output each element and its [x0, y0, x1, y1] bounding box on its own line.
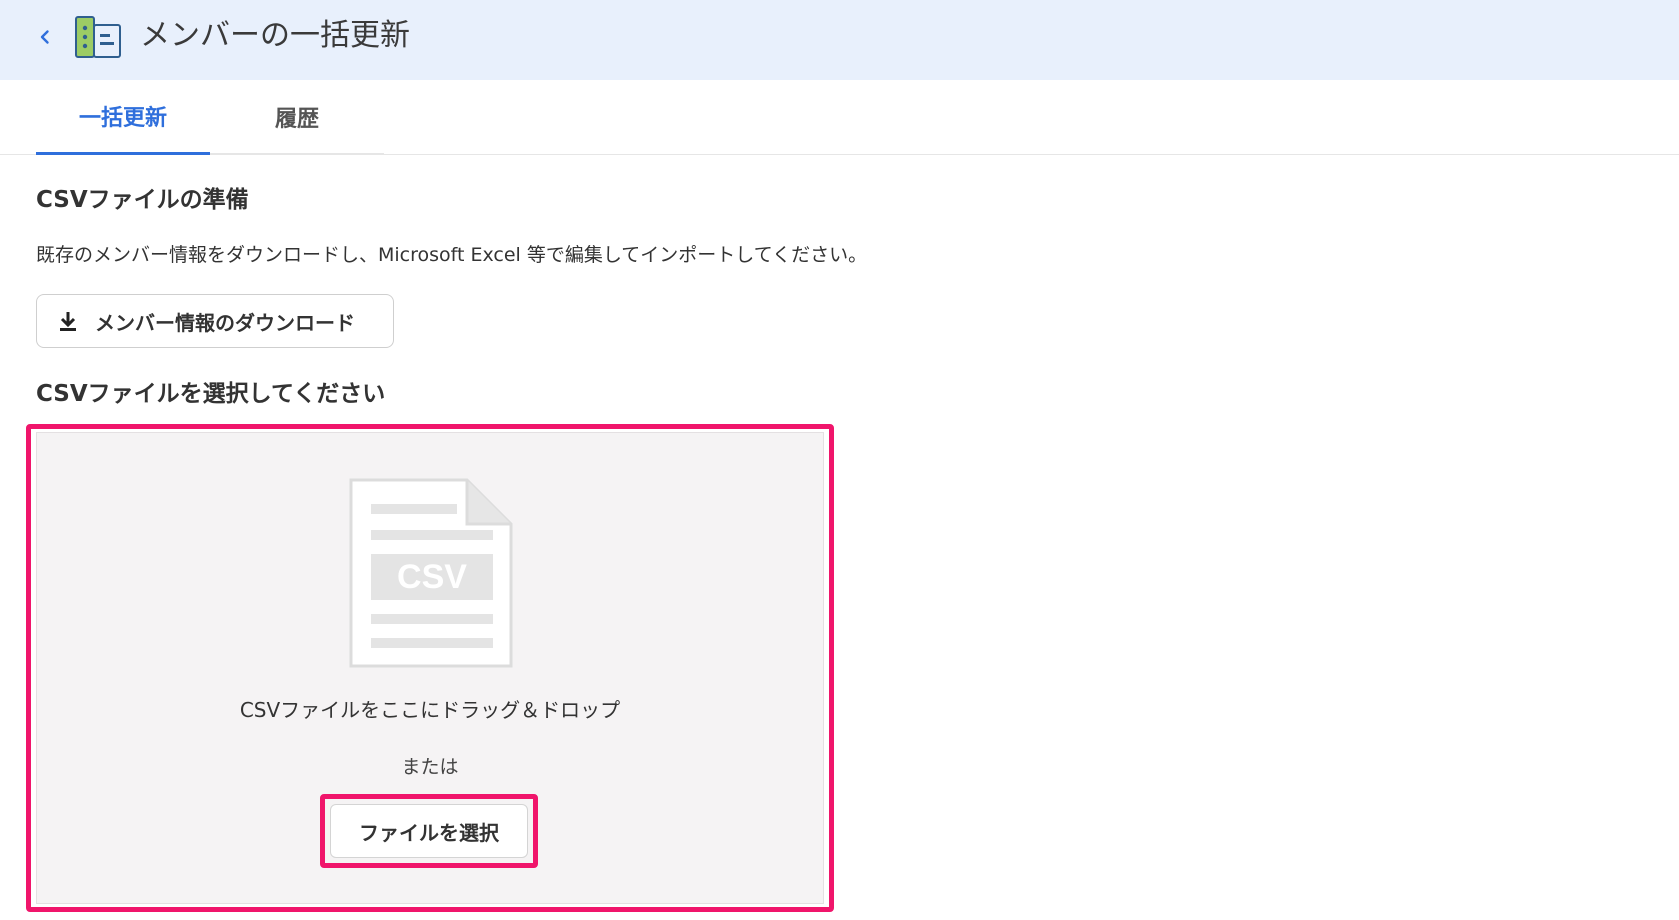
- download-icon: [55, 308, 81, 334]
- tab-history[interactable]: 履歴: [210, 80, 384, 155]
- csv-select-heading: CSVファイルを選択してください: [36, 381, 386, 407]
- select-file-button[interactable]: ファイルを選択: [330, 804, 528, 858]
- csv-prepare-description: 既存のメンバー情報をダウンロードし、Microsoft Excel 等で編集して…: [36, 244, 868, 266]
- back-button[interactable]: [30, 22, 60, 52]
- csv-file-icon-label: CSV: [397, 558, 467, 596]
- drag-drop-text: CSVファイルをここにドラッグ＆ドロップ: [239, 698, 621, 722]
- tab-bar: 一括更新 履歴: [0, 80, 1679, 155]
- chevron-left-icon: [40, 30, 49, 44]
- download-members-label: メンバー情報のダウンロード: [95, 310, 355, 335]
- or-text: または: [401, 756, 459, 778]
- tab-bulk-update[interactable]: 一括更新: [36, 80, 210, 155]
- header-bar: メンバーの一括更新: [0, 0, 1679, 80]
- csv-prepare-heading: CSVファイルの準備: [36, 187, 249, 213]
- csv-file-icon: CSV: [349, 478, 513, 668]
- member-list-icon: [75, 16, 121, 58]
- download-members-button[interactable]: メンバー情報のダウンロード: [36, 294, 394, 348]
- page-title: メンバーの一括更新: [140, 18, 410, 53]
